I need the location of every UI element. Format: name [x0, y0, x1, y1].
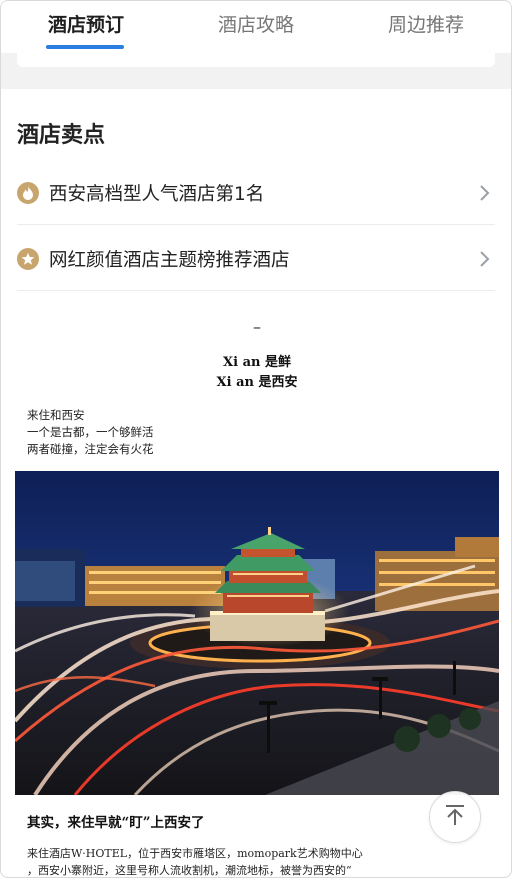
app-frame: 酒店预订 酒店攻略 周边推荐 酒店卖点 西安高档型人气酒店第1名 网红颜值酒店主… [0, 0, 512, 878]
tab-hotel-booking[interactable]: 酒店预订 [1, 1, 171, 53]
back-to-top-icon [444, 803, 466, 831]
flame-icon [17, 181, 39, 204]
selling-point-text: 西安高档型人气酒店第1名 [49, 183, 265, 205]
chevron-right-icon [479, 183, 495, 203]
section-divider [1, 53, 511, 89]
body-line: 来住酒店W·HOTEL，位于西安市雁塔区，momopark艺术购物中心 [27, 847, 363, 860]
article-heading-line2: Xi an 是西安 [216, 375, 298, 390]
star-icon [17, 247, 39, 270]
tab-hotel-guide[interactable]: 酒店攻略 [171, 1, 341, 53]
tab-nearby-recommend[interactable]: 周边推荐 [341, 1, 511, 53]
intro-line: 两者碰撞，注定会有火花 [27, 442, 154, 456]
body-line: ，西安小寨附近，这里号称人流收割机，潮流地标，被誉为西安的“ [27, 864, 352, 877]
intro-line: 一个是古都，一个够鲜活 [27, 425, 154, 439]
selling-points-title: 酒店卖点 [17, 123, 106, 148]
tab-bar: 酒店预订 酒店攻略 周边推荐 [1, 1, 511, 53]
back-to-top-button[interactable] [429, 791, 481, 843]
bell-tower-night-photo [15, 471, 499, 795]
article-dash: – [253, 317, 261, 336]
selling-point-text: 网红颜值酒店主题榜推荐酒店 [49, 249, 290, 271]
selling-point-item[interactable]: 网红颜值酒店主题榜推荐酒店 [17, 227, 495, 291]
article-intro: 来住和西安 一个是古都，一个够鲜活 两者碰撞，注定会有火花 [27, 407, 154, 458]
chevron-right-icon [479, 249, 495, 269]
article-subheading: 其实，来住早就“盯”上西安了 [27, 815, 205, 831]
article-heading-line1: Xi an 是鲜 [223, 355, 291, 370]
selling-point-item[interactable]: 西安高档型人气酒店第1名 [17, 161, 495, 225]
intro-line: 来住和西安 [27, 408, 85, 422]
article-body: 来住酒店W·HOTEL，位于西安市雁塔区，momopark艺术购物中心 ，西安小… [27, 845, 487, 877]
